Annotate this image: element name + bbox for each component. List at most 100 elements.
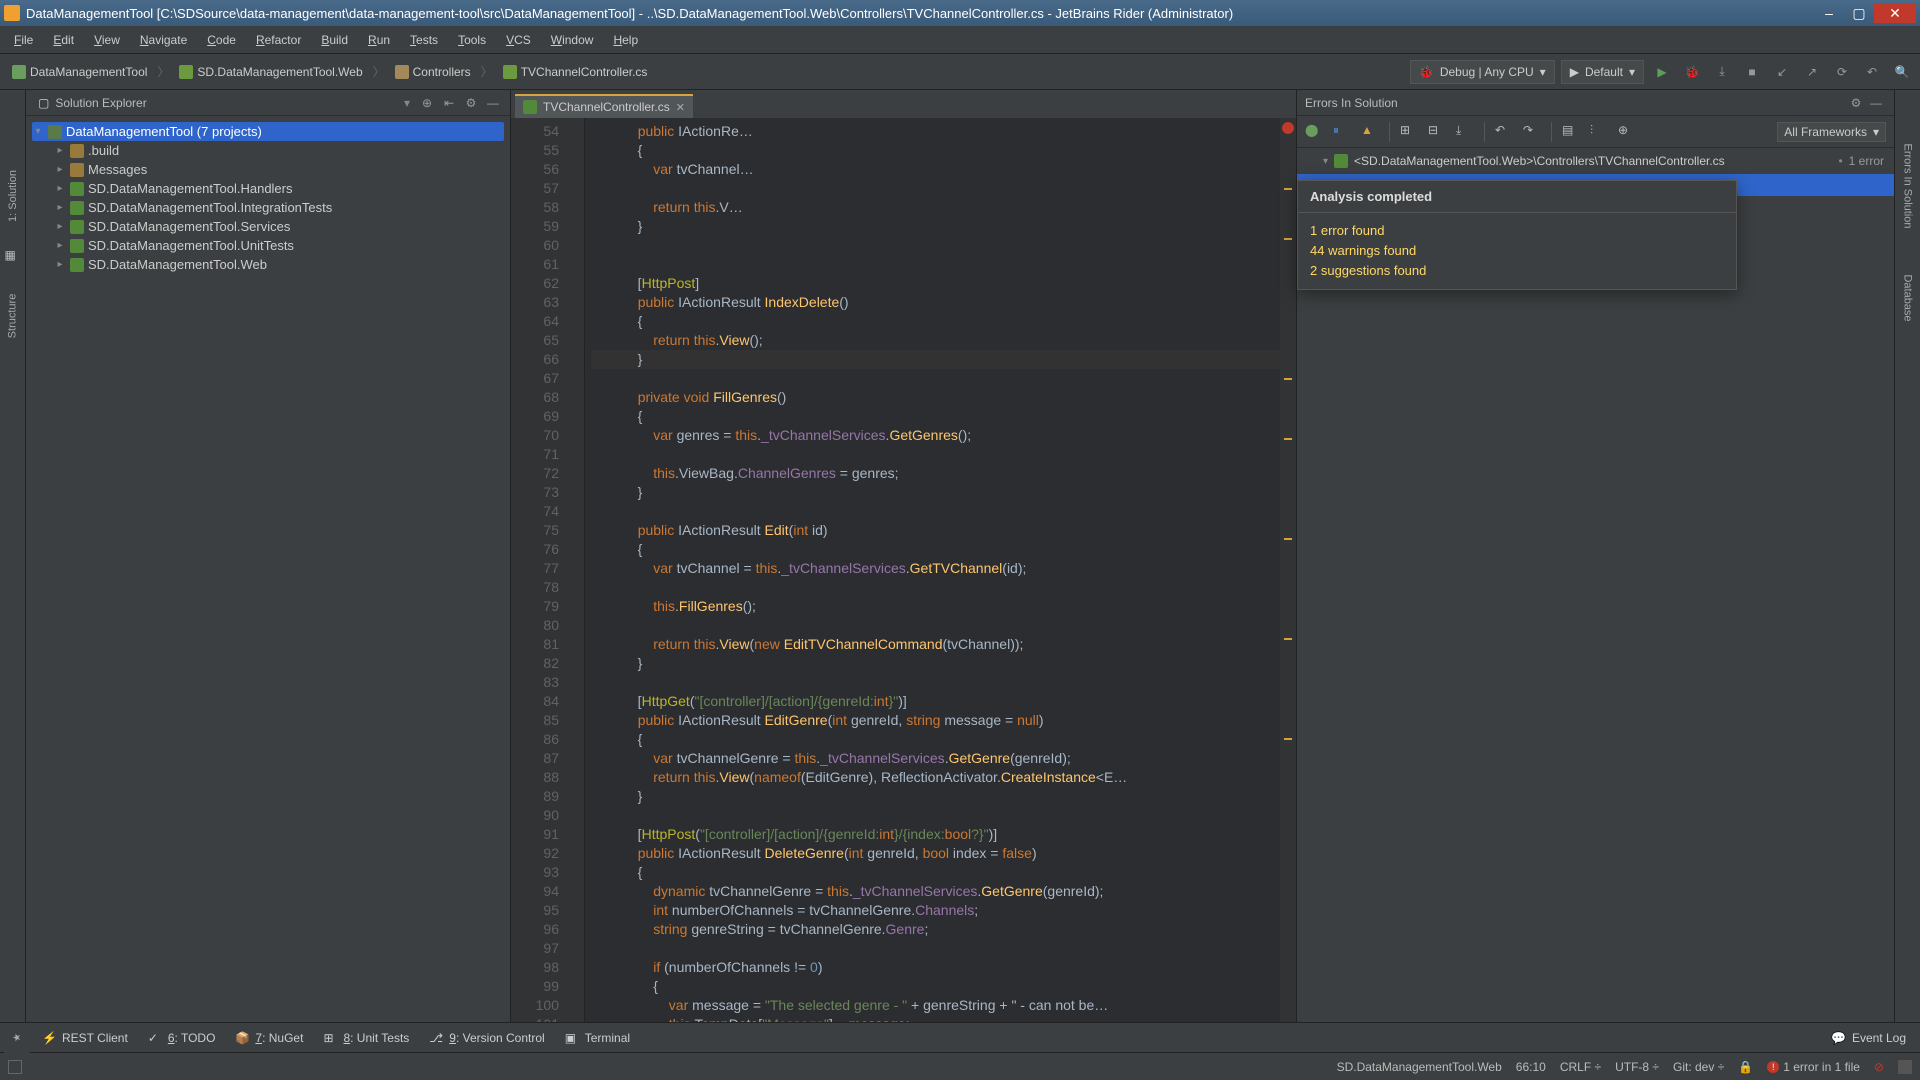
panel-hide-icon[interactable]: — bbox=[1866, 93, 1886, 113]
bottom-tab-unit[interactable]: ⊞8: Unit Tests bbox=[313, 1028, 419, 1048]
errors-tool-window-button[interactable]: Errors In Solution bbox=[1902, 144, 1914, 229]
bottom-tab-nuget[interactable]: 📦7: NuGet bbox=[225, 1028, 313, 1048]
vcs-commit-button[interactable]: ↗ bbox=[1800, 60, 1824, 84]
warning-marker[interactable] bbox=[1284, 438, 1292, 440]
autoscroll-icon[interactable]: ⊕ bbox=[1618, 123, 1636, 141]
menu-run[interactable]: Run bbox=[358, 29, 400, 51]
menu-view[interactable]: View bbox=[84, 29, 130, 51]
collapse-all-icon[interactable]: ⊟ bbox=[1428, 123, 1446, 141]
debug-button[interactable]: 🐞 bbox=[1680, 60, 1704, 84]
fold-column[interactable] bbox=[567, 118, 585, 1022]
filter-icon[interactable]: ⫶ bbox=[1590, 123, 1608, 141]
marker-bar[interactable] bbox=[1280, 118, 1296, 1022]
analysis-warnings-line[interactable]: 44 warnings found bbox=[1310, 241, 1724, 261]
tree-item[interactable]: ▸SD.DataManagementTool.UnitTests bbox=[32, 236, 504, 255]
menu-tests[interactable]: Tests bbox=[400, 29, 448, 51]
toggle-analysis-icon[interactable]: ⬤ bbox=[1305, 123, 1323, 141]
lock-icon[interactable]: 🔒 bbox=[1738, 1060, 1753, 1074]
tree-item[interactable]: ▸SD.DataManagementTool.Handlers bbox=[32, 179, 504, 198]
settings-button[interactable]: ⚙ bbox=[460, 92, 482, 114]
tree-item[interactable]: ▸SD.DataManagementTool.IntegrationTests bbox=[32, 198, 504, 217]
attach-button[interactable]: ⤓ bbox=[1710, 60, 1734, 84]
pause-analysis-icon[interactable]: ⏸ bbox=[1333, 123, 1351, 141]
event-log-button[interactable]: 💬 Event Log bbox=[1821, 1028, 1916, 1048]
status-indicator-icon[interactable] bbox=[8, 1060, 22, 1074]
close-tab-icon[interactable]: ✕ bbox=[676, 101, 685, 114]
status-context[interactable]: SD.DataManagementTool.Web bbox=[1337, 1060, 1502, 1074]
code-editor[interactable]: public IActionRe… { var tvChannel… retur… bbox=[585, 118, 1280, 1022]
memory-indicator[interactable] bbox=[1898, 1060, 1912, 1074]
favorites-tool-window-button[interactable]: ★ bbox=[12, 1033, 23, 1042]
line-gutter[interactable]: 5455565758596061626364656667686970717273… bbox=[511, 118, 567, 1022]
explorer-title[interactable]: Solution Explorer bbox=[55, 96, 404, 110]
expand-all-icon[interactable]: ⊞ bbox=[1400, 123, 1418, 141]
framework-filter[interactable]: All Frameworks ▾ bbox=[1777, 122, 1886, 142]
tree-item[interactable]: ▸SD.DataManagementTool.Services bbox=[32, 217, 504, 236]
breadcrumb-item[interactable]: SD.DataManagementTool.Web bbox=[173, 63, 368, 81]
bottom-tab-rest[interactable]: ⚡REST Client bbox=[32, 1028, 138, 1048]
stop-button[interactable]: ■ bbox=[1740, 60, 1764, 84]
menu-refactor[interactable]: Refactor bbox=[246, 29, 311, 51]
warning-marker[interactable] bbox=[1284, 378, 1292, 380]
menu-tools[interactable]: Tools bbox=[448, 29, 496, 51]
line-ending[interactable]: CRLF ÷ bbox=[1560, 1060, 1601, 1074]
menu-code[interactable]: Code bbox=[197, 29, 246, 51]
tree-item[interactable]: ▸SD.DataManagementTool.Web bbox=[32, 255, 504, 274]
analysis-suggestions-line[interactable]: 2 suggestions found bbox=[1310, 261, 1724, 281]
bottom-tab-term[interactable]: ▣Terminal bbox=[555, 1028, 640, 1048]
breadcrumb-item[interactable]: DataManagementTool bbox=[6, 63, 153, 81]
menu-file[interactable]: File bbox=[4, 29, 43, 51]
editor-tab[interactable]: TVChannelController.cs ✕ bbox=[515, 94, 693, 118]
build-config-select[interactable]: 🐞 Debug | Any CPU ▾ bbox=[1410, 60, 1555, 84]
solution-tool-window-button[interactable]: 1: Solution bbox=[7, 170, 19, 222]
export-icon[interactable]: ⤓ bbox=[1456, 123, 1474, 141]
menu-build[interactable]: Build bbox=[311, 29, 358, 51]
database-tool-window-button[interactable]: Database bbox=[1902, 274, 1914, 321]
sync-button[interactable]: ⊕ bbox=[416, 92, 438, 114]
chevron-down-icon[interactable]: ▾ bbox=[404, 96, 410, 110]
warning-marker[interactable] bbox=[1284, 638, 1292, 640]
bottom-tab-vcs[interactable]: ⎇9: Version Control bbox=[419, 1028, 554, 1048]
warnings-filter-icon[interactable]: ▲ bbox=[1361, 123, 1379, 141]
run-target-select[interactable]: ▶ Default ▾ bbox=[1561, 60, 1644, 84]
group-icon[interactable]: ▤ bbox=[1562, 123, 1580, 141]
vcs-revert-button[interactable]: ↶ bbox=[1860, 60, 1884, 84]
caret-position[interactable]: 66:10 bbox=[1516, 1060, 1546, 1074]
structure-icon[interactable]: ▦ bbox=[5, 248, 21, 264]
error-summary[interactable]: !1 error in 1 file bbox=[1767, 1060, 1860, 1074]
tree-item[interactable]: ▸Messages bbox=[32, 160, 504, 179]
menu-help[interactable]: Help bbox=[603, 29, 648, 51]
encoding[interactable]: UTF-8 ÷ bbox=[1615, 1060, 1659, 1074]
next-error-icon[interactable]: ↷ bbox=[1523, 123, 1541, 141]
prev-error-icon[interactable]: ↶ bbox=[1495, 123, 1513, 141]
explorer-scope[interactable]: ▢ bbox=[32, 94, 55, 112]
solution-root[interactable]: ▾ DataManagementTool (7 projects) bbox=[32, 122, 504, 141]
error-file-path-row[interactable]: ▾ <SD.DataManagementTool.Web>\Controller… bbox=[1297, 148, 1894, 174]
menu-edit[interactable]: Edit bbox=[43, 29, 84, 51]
breadcrumb-item[interactable]: Controllers bbox=[389, 63, 477, 81]
menu-vcs[interactable]: VCS bbox=[496, 29, 541, 51]
structure-tool-window-button[interactable]: Structure bbox=[7, 294, 19, 339]
warning-marker[interactable] bbox=[1284, 738, 1292, 740]
close-button[interactable]: ✕ bbox=[1874, 3, 1916, 23]
collapse-button[interactable]: ⇤ bbox=[438, 92, 460, 114]
maximize-button[interactable]: ▢ bbox=[1844, 3, 1874, 23]
search-button[interactable]: 🔍 bbox=[1890, 60, 1914, 84]
bottom-tab-todo[interactable]: ✓6: TODO bbox=[138, 1028, 226, 1048]
minimize-button[interactable]: ‒ bbox=[1814, 3, 1844, 23]
menu-navigate[interactable]: Navigate bbox=[130, 29, 197, 51]
warning-marker[interactable] bbox=[1284, 538, 1292, 540]
warning-marker[interactable] bbox=[1284, 238, 1292, 240]
vcs-history-button[interactable]: ⟳ bbox=[1830, 60, 1854, 84]
inspection-icon[interactable]: ⊘ bbox=[1874, 1060, 1884, 1074]
error-marker[interactable] bbox=[1282, 122, 1294, 134]
git-branch[interactable]: Git: dev ÷ bbox=[1673, 1060, 1724, 1074]
breadcrumb-item[interactable]: TVChannelController.cs bbox=[497, 63, 654, 81]
vcs-update-button[interactable]: ↙ bbox=[1770, 60, 1794, 84]
run-button[interactable]: ▶ bbox=[1650, 60, 1674, 84]
warning-marker[interactable] bbox=[1284, 188, 1292, 190]
tree-item[interactable]: ▸.build bbox=[32, 141, 504, 160]
analysis-errors-line[interactable]: 1 error found bbox=[1310, 221, 1724, 241]
panel-settings-icon[interactable]: ⚙ bbox=[1846, 93, 1866, 113]
hide-button[interactable]: — bbox=[482, 92, 504, 114]
